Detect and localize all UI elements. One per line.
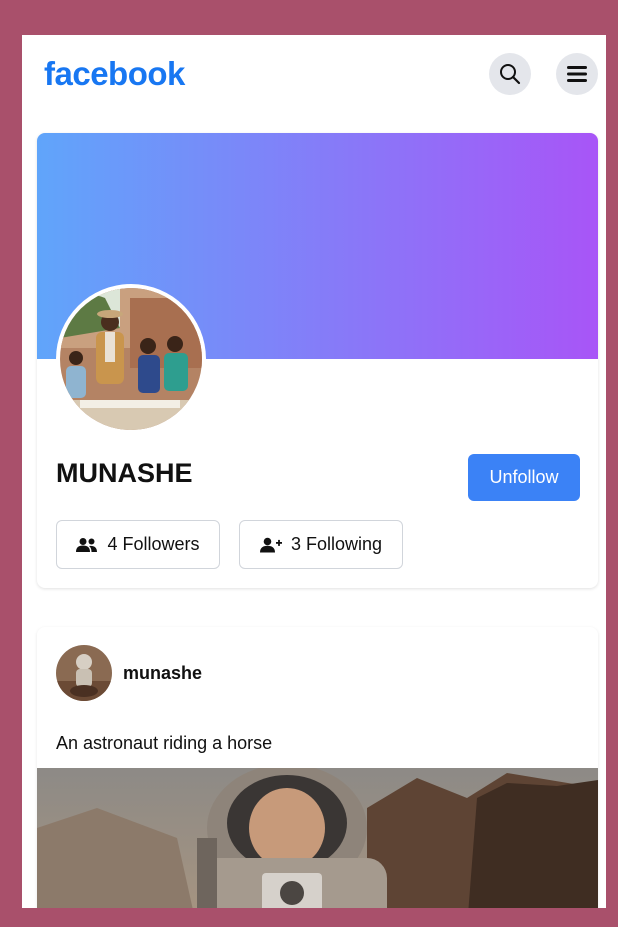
post-author-avatar[interactable]: [56, 645, 112, 701]
top-bar: facebook: [22, 35, 606, 115]
post-author-name[interactable]: munashe: [123, 663, 202, 684]
following-count: 3 Following: [290, 534, 383, 554]
search-button[interactable]: [489, 53, 531, 95]
menu-icon: [567, 66, 587, 82]
search-icon: [500, 64, 521, 85]
profile-name: MUNASHE: [56, 458, 193, 488]
profile-avatar[interactable]: [56, 284, 206, 434]
menu-button[interactable]: [556, 53, 598, 95]
users-icon: [76, 537, 98, 552]
facebook-logo[interactable]: facebook: [44, 55, 185, 93]
post-card: munashe An astronaut riding a horse: [37, 627, 598, 908]
profile-card: MUNASHE Unfollow 4 Followers 3 Following: [37, 133, 598, 588]
profile-avatar-image: [60, 288, 202, 430]
unfollow-button[interactable]: Unfollow: [468, 454, 580, 501]
following-button[interactable]: 3 Following: [239, 520, 403, 569]
post-image[interactable]: [37, 768, 598, 908]
user-plus-icon: [259, 537, 282, 552]
followers-button[interactable]: 4 Followers: [56, 520, 220, 569]
post-caption: An astronaut riding a horse: [56, 733, 273, 753]
followers-count: 4 Followers: [107, 534, 200, 554]
phone-screen: facebook MUNASHE Unfollow 4 Followers 3 …: [22, 35, 606, 908]
